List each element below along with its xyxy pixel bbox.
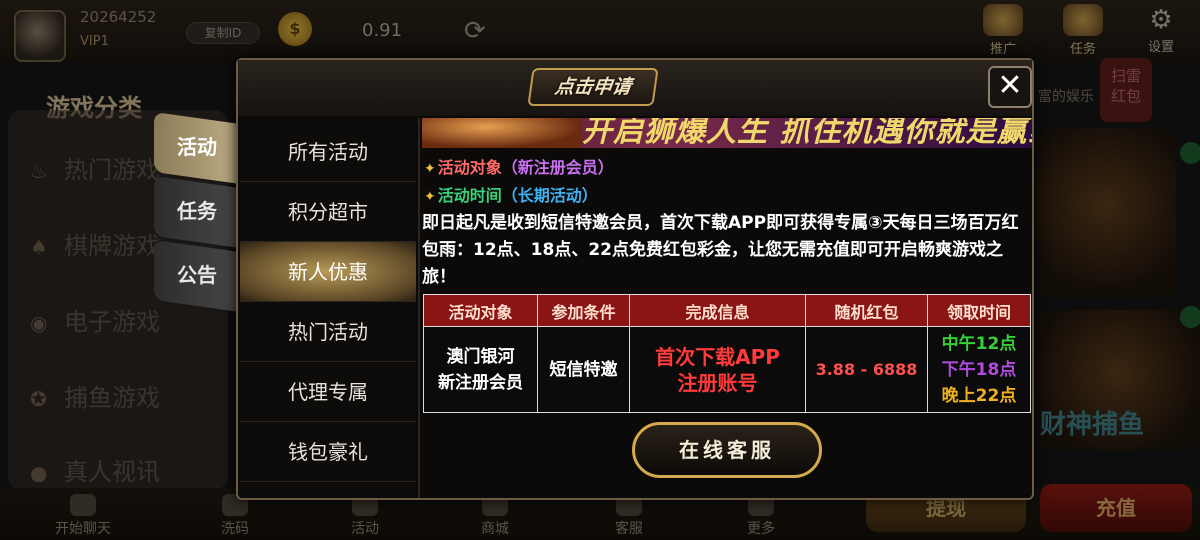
activity-content[interactable]: 开启狮爆人生 抓住机遇你就是赢家 ✦ 活动对象（新注册会员） ✦ 活动时间（长期活动… [418, 118, 1032, 498]
category-all[interactable]: 所有活动 [240, 122, 416, 182]
cell-random-red-envelope: 3.88 - 6888 [805, 326, 928, 413]
category-newbie[interactable]: 新人优惠 [240, 242, 416, 302]
modal-header: 点击申请 ✕ [238, 60, 1032, 116]
tab-task[interactable]: 任务 [154, 175, 240, 249]
tab-notice[interactable]: 公告 [154, 239, 240, 313]
activity-description: 即日起凡是收到短信特邀会员，首次下载APP即可获得专属③天每日三场百万红包雨：1… [422, 213, 1019, 287]
cell-claim-time: 中午12点 下午18点 晚上22点 [927, 326, 1031, 413]
activity-target-line: ✦ 活动对象（新注册会员） [424, 158, 614, 177]
table-row: 澳门银河 新注册会员 短信特邀 首次下载APP 注册账号 3.88 - 6888 中… [423, 326, 1031, 413]
cell-condition: 短信特邀 [537, 326, 630, 413]
sparkle-icon: ✦ [424, 189, 436, 205]
promo-banner: 开启狮爆人生 抓住机遇你就是赢家 [422, 118, 1032, 148]
tab-activity[interactable]: 活动 [154, 111, 240, 185]
activity-category-list: 所有活动 积分超市 新人优惠 热门活动 代理专属 钱包豪礼 [240, 122, 416, 498]
category-hot[interactable]: 热门活动 [240, 302, 416, 362]
activity-time-line: ✦ 活动时间（长期活动） [424, 186, 598, 205]
category-wallet[interactable]: 钱包豪礼 [240, 422, 416, 482]
table-header: 参加条件 [537, 294, 630, 327]
close-icon[interactable]: ✕ [988, 66, 1032, 108]
table-header: 领取时间 [927, 294, 1031, 327]
category-agent[interactable]: 代理专属 [240, 362, 416, 422]
table-header: 活动对象 [423, 294, 538, 327]
table-header: 随机红包 [805, 294, 928, 327]
banner-text: 开启狮爆人生 抓住机遇你就是赢家 [582, 118, 1032, 148]
apply-button[interactable]: 点击申请 [527, 68, 659, 106]
online-service-button[interactable]: 在线客服 [632, 422, 822, 478]
activity-modal: 点击申请 ✕ 所有活动 积分超市 新人优惠 热门活动 代理专属 钱包豪礼 开启狮… [236, 58, 1034, 500]
category-points-shop[interactable]: 积分超市 [240, 182, 416, 242]
table-header: 完成信息 [629, 294, 806, 327]
cell-finish-info: 首次下载APP 注册账号 [629, 326, 806, 413]
table-header-row: 活动对象 参加条件 完成信息 随机红包 领取时间 [423, 294, 1031, 327]
reward-table: 活动对象 参加条件 完成信息 随机红包 领取时间 澳门银河 新注册会员 短信特邀 … [423, 294, 1031, 413]
cell-target: 澳门银河 新注册会员 [423, 326, 538, 413]
sparkle-icon: ✦ [424, 161, 436, 177]
banner-image [422, 118, 582, 148]
